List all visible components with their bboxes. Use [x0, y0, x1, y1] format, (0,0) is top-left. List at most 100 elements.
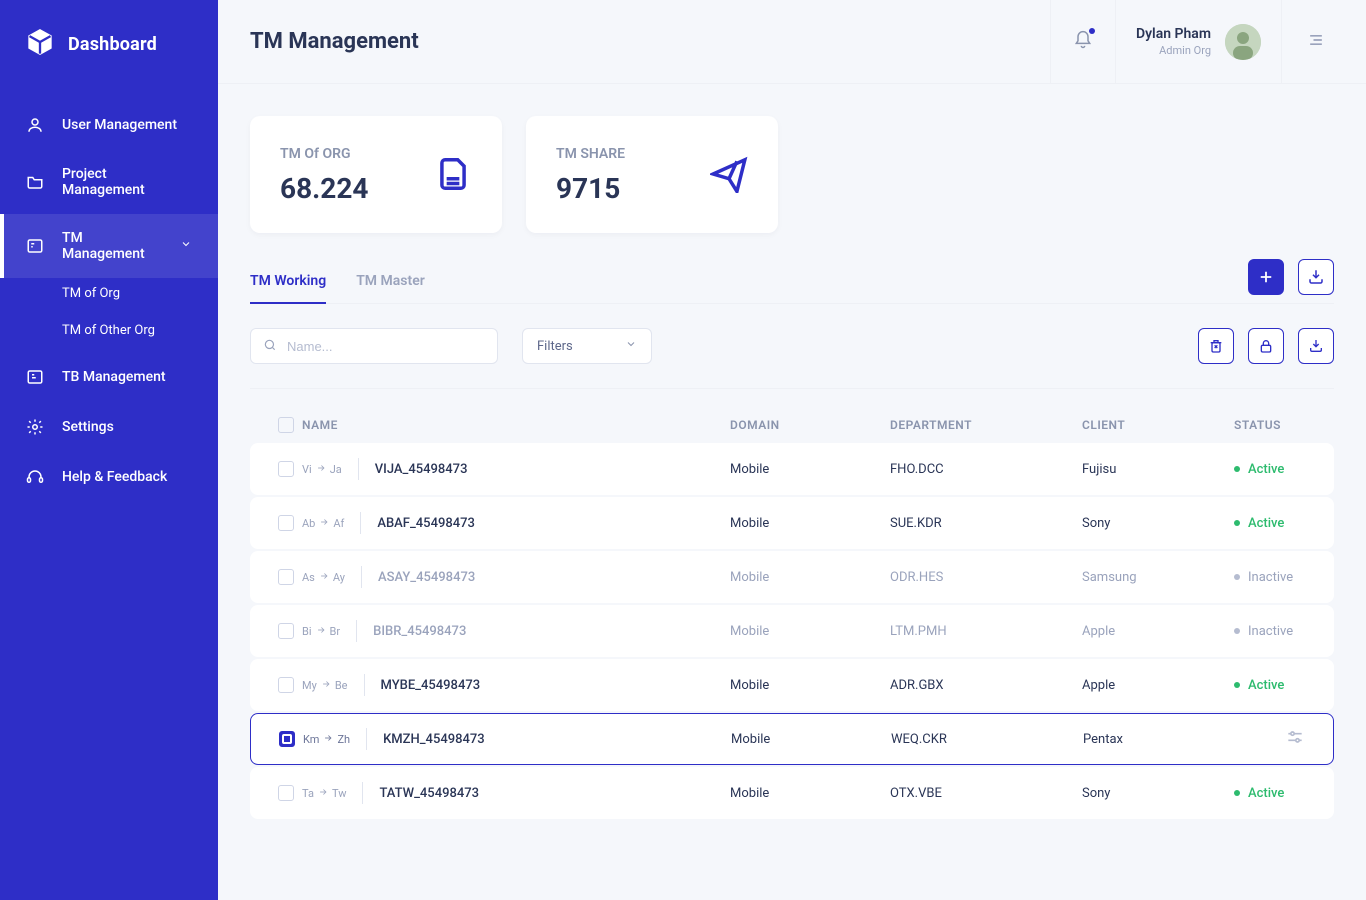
status-dot	[1234, 628, 1240, 634]
status-cell: Active	[1234, 462, 1306, 477]
arrow-right-icon	[318, 787, 328, 800]
hamburger-icon[interactable]	[1306, 30, 1326, 54]
row-domain: Mobile	[730, 678, 890, 693]
arrow-right-icon	[323, 733, 333, 746]
column-client: CLIENT	[1082, 418, 1234, 432]
row-client: Apple	[1082, 624, 1234, 639]
tb-icon	[26, 368, 44, 386]
lang-from: As	[302, 571, 315, 584]
row-department: ODR.HES	[890, 570, 1082, 585]
arrow-right-icon	[316, 625, 326, 638]
row-name: KMZH_45498473	[383, 732, 485, 747]
sidebar-item-tb-management[interactable]: TB Management	[0, 352, 218, 402]
lang-to: Tw	[332, 787, 347, 800]
sidebar-item-tm-management[interactable]: TM Management	[0, 214, 218, 278]
bell-icon[interactable]	[1073, 30, 1093, 54]
row-department: WEQ.CKR	[891, 732, 1083, 747]
row-name: VIJA_45498473	[375, 462, 468, 477]
header: TM Management Dylan Pham Admin Org	[218, 0, 1366, 84]
select-all-checkbox[interactable]	[278, 417, 294, 433]
export-button[interactable]	[1298, 259, 1334, 295]
stat-label: TM Of ORG	[280, 146, 434, 162]
row-domain: Mobile	[730, 570, 890, 585]
language-pair: AbAf	[302, 512, 361, 534]
column-domain: DOMAIN	[730, 418, 890, 432]
user-cell[interactable]: Dylan Pham Admin Org	[1115, 0, 1281, 83]
filters-select[interactable]: Filters	[522, 328, 652, 364]
row-checkbox[interactable]	[278, 569, 294, 585]
sidebar-item-user-management[interactable]: User Management	[0, 100, 218, 150]
add-button[interactable]	[1248, 259, 1284, 295]
status-label: Active	[1248, 786, 1284, 801]
status-cell: Active	[1234, 516, 1306, 531]
hamburger-cell	[1281, 0, 1326, 83]
stat-card-tm-of-org: TM Of ORG 68.224	[250, 116, 502, 233]
download-button[interactable]	[1298, 328, 1334, 364]
status-cell: Inactive	[1234, 624, 1306, 639]
notification-dot	[1089, 28, 1095, 34]
lock-button[interactable]	[1248, 328, 1284, 364]
language-pair: BiBr	[302, 620, 357, 642]
row-client: Pentax	[1083, 732, 1235, 747]
sidebar-item-project-management[interactable]: Project Management	[0, 150, 218, 214]
row-checkbox[interactable]	[279, 731, 295, 747]
search-input[interactable]	[250, 328, 498, 364]
row-checkbox[interactable]	[278, 623, 294, 639]
row-actions-icon[interactable]	[1285, 727, 1305, 751]
lang-from: Bi	[302, 625, 312, 638]
table-row[interactable]: TaTwTATW_45498473MobileOTX.VBESonyActive	[250, 767, 1334, 819]
sidebar-subitem-tm-of-other-org[interactable]: TM of Other Org	[62, 315, 218, 352]
avatar	[1225, 24, 1261, 60]
status-dot	[1234, 520, 1240, 526]
sidebar-subitem-tm-of-org[interactable]: TM of Org	[62, 278, 218, 315]
lang-from: Ta	[302, 787, 314, 800]
sidebar-nav: User Management Project Management TM Ma…	[0, 100, 218, 502]
notifications-cell	[1050, 0, 1115, 83]
language-pair: Ta Tw	[302, 782, 363, 804]
status-label: Inactive	[1248, 570, 1293, 585]
status-dot	[1234, 466, 1240, 472]
row-checkbox[interactable]	[278, 515, 294, 531]
logo-icon	[26, 28, 54, 60]
arrow-right-icon	[316, 463, 326, 476]
table: NAME DOMAIN DEPARTMENT CLIENT STATUS ViJ…	[250, 407, 1334, 819]
row-name: TATW_45498473	[379, 786, 479, 801]
chevron-down-icon	[180, 238, 192, 254]
table-header: NAME DOMAIN DEPARTMENT CLIENT STATUS	[250, 407, 1334, 443]
sidebar-item-settings[interactable]: Settings	[0, 402, 218, 452]
sidebar-header: Dashboard	[0, 0, 218, 90]
row-name: MYBE_45498473	[381, 678, 481, 693]
user-meta: Dylan Pham Admin Org	[1136, 26, 1211, 57]
sidebar-item-label: Help & Feedback	[62, 469, 167, 485]
row-checkbox[interactable]	[278, 785, 294, 801]
delete-button[interactable]	[1198, 328, 1234, 364]
tab-tm-working[interactable]: TM Working	[250, 273, 326, 303]
stat-row: TM Of ORG 68.224 TM SHARE 9715	[250, 116, 1334, 233]
language-pair: AsAy	[302, 566, 362, 588]
status-dot	[1234, 682, 1240, 688]
table-row[interactable]: ViJaVIJA_45498473MobileFHO.DCCFujisuActi…	[250, 443, 1334, 495]
column-status: STATUS	[1234, 418, 1306, 432]
brand-title: Dashboard	[68, 34, 157, 55]
row-name: ASAY_45498473	[378, 570, 475, 585]
row-department: FHO.DCC	[890, 462, 1082, 477]
row-name: BIBR_45498473	[373, 624, 466, 639]
table-row[interactable]: MyBeMYBE_45498473MobileADR.GBXAppleActiv…	[250, 659, 1334, 711]
table-body: ViJaVIJA_45498473MobileFHO.DCCFujisuActi…	[250, 443, 1334, 819]
search-icon	[263, 337, 277, 356]
tab-tm-master[interactable]: TM Master	[356, 273, 425, 303]
sidebar-item-help-feedback[interactable]: Help & Feedback	[0, 452, 218, 502]
row-checkbox[interactable]	[278, 677, 294, 693]
table-row[interactable]: KmZhKMZH_45498473MobileWEQ.CKRPentax	[250, 713, 1334, 765]
table-row[interactable]: AsAyASAY_45498473MobileODR.HESSamsungIna…	[250, 551, 1334, 603]
lang-to: Ja	[330, 463, 342, 476]
arrow-right-icon	[319, 517, 329, 530]
language-pair: KmZh	[303, 728, 367, 750]
table-row[interactable]: BiBrBIBR_45498473MobileLTM.PMHAppleInact…	[250, 605, 1334, 657]
lang-to: Zh	[337, 733, 350, 746]
row-client: Apple	[1082, 678, 1234, 693]
search-field[interactable]	[287, 339, 485, 354]
row-checkbox[interactable]	[278, 461, 294, 477]
table-row[interactable]: AbAfABAF_45498473MobileSUE.KDRSonyActive	[250, 497, 1334, 549]
row-domain: Mobile	[730, 624, 890, 639]
